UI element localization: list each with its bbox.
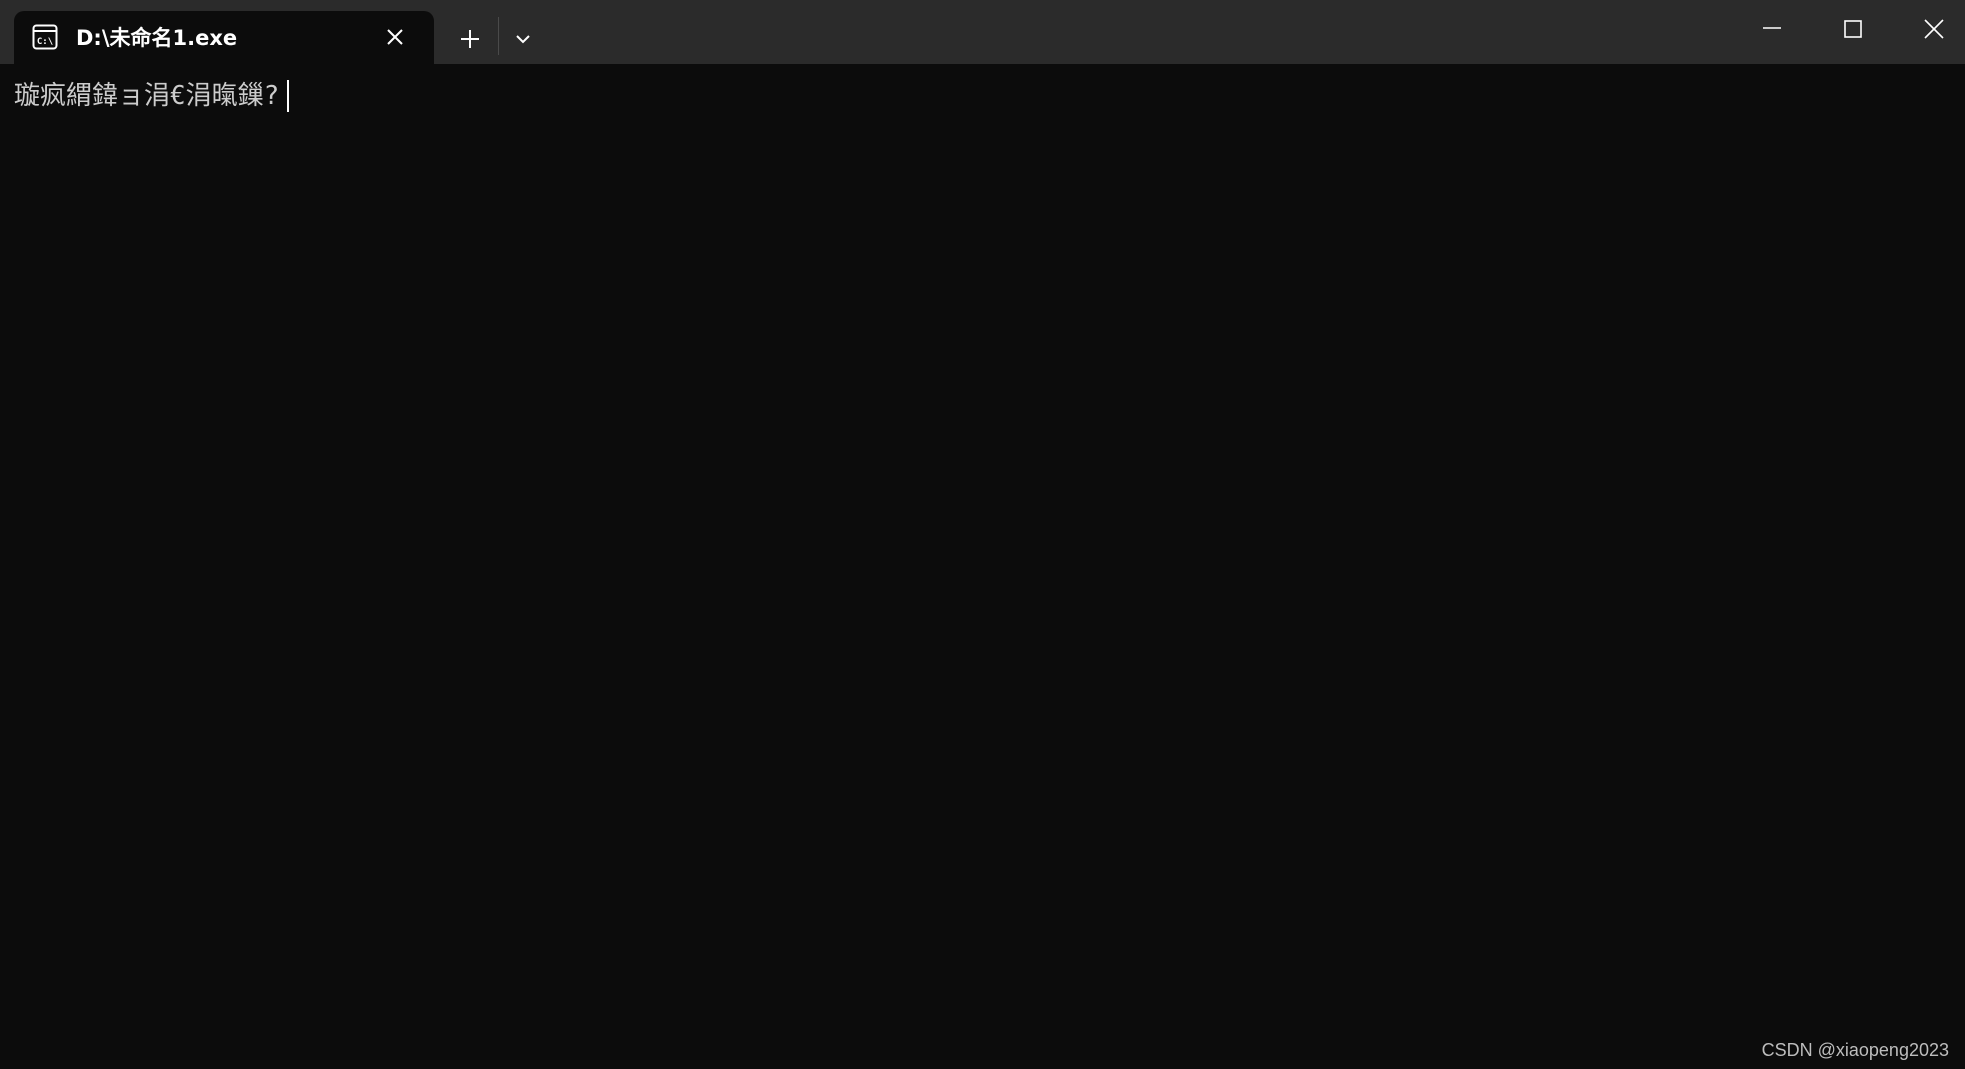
watermark: CSDN @xiaopeng2023: [1761, 1040, 1949, 1060]
minimize-icon: [1763, 27, 1781, 29]
maximize-button[interactable]: [1813, 0, 1893, 56]
tab-active[interactable]: C:\ D:\未命名1.exe: [14, 11, 434, 64]
tab-close-icon[interactable]: [384, 26, 406, 48]
console-area[interactable]: 璇疯緭鍏ョ涓€涓暣鏁? CSDN @xiaopeng2023: [0, 64, 1965, 1069]
chevron-down-icon[interactable]: [508, 24, 538, 54]
minimize-button[interactable]: [1732, 0, 1812, 56]
terminal-window: C:\ D:\未命名1.exe 璇疯緭鍏ョ涓€涓暣鏁? CSDN @xiaope…: [0, 0, 1965, 1069]
maximize-icon: [1844, 20, 1862, 38]
tab-divider: [498, 17, 499, 55]
close-window-button[interactable]: [1894, 0, 1965, 56]
title-bar[interactable]: C:\ D:\未命名1.exe: [0, 0, 1965, 64]
close-icon: [1924, 19, 1944, 39]
tab-title: D:\未命名1.exe: [76, 26, 238, 50]
plus-icon[interactable]: [455, 24, 485, 54]
console-output-line: 璇疯緭鍏ョ涓€涓暣鏁?: [14, 78, 290, 114]
text-cursor: [287, 80, 290, 112]
console-icon-text: C:\: [37, 37, 53, 47]
console-output-text: 璇疯緭鍏ョ涓€涓暣鏁?: [14, 81, 280, 111]
console-icon: C:\: [32, 24, 58, 50]
